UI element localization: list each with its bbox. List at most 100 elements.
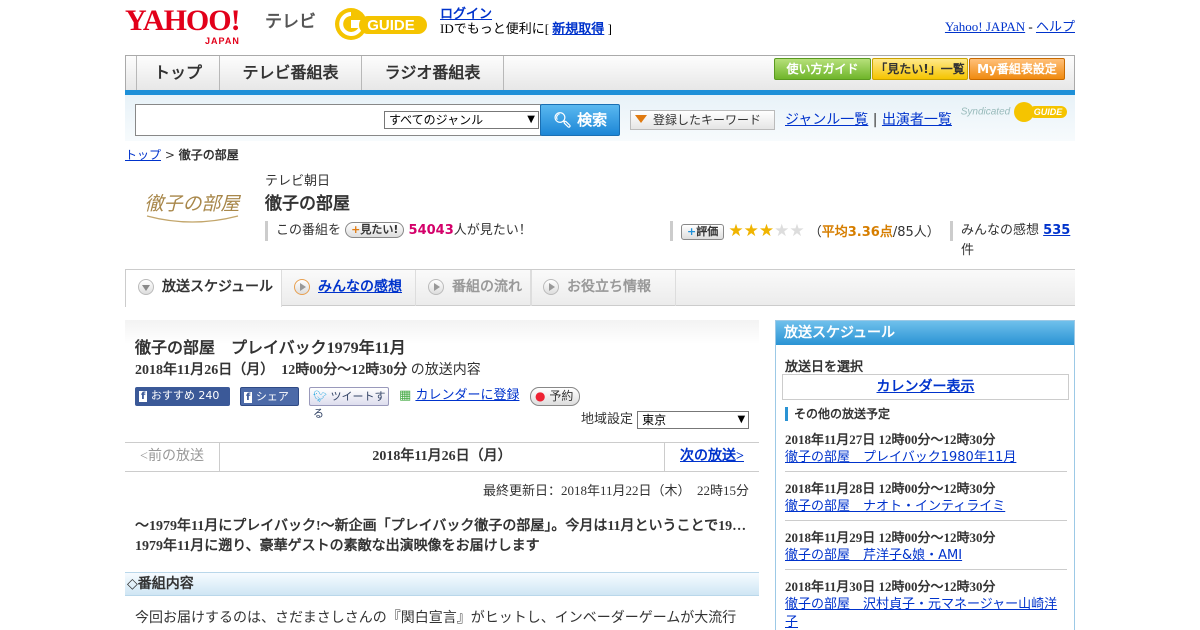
syndicated-gguide-text: GUIDE [1034, 107, 1064, 117]
global-nav: トップ テレビ番組表 ラジオ番組表 使い方ガイド 「見たい!」一覧 My番組表設… [125, 55, 1075, 95]
record-dot-icon: ● [535, 389, 546, 403]
summary-line-1: ～1979年11月にプレイバック!～新企画「プレイバック徹子の部屋」。今月は11… [135, 519, 750, 534]
star-icon: ★ [774, 221, 790, 241]
tab-impressions-label[interactable]: みんなの感想 [318, 279, 402, 295]
program-image: 徹子の部屋 [135, 170, 250, 245]
yahoo-japan-link[interactable]: Yahoo! JAPAN [945, 19, 1025, 34]
schedule-item: 2018年11月30日 12時00分～12時30分 徹子の部屋 沢村貞子・元マネ… [785, 578, 1067, 630]
service-name: テレビ [265, 12, 316, 32]
schedule-item-link[interactable]: 徹子の部屋 沢村貞子・元マネージャー山崎洋子 [785, 597, 1057, 630]
schedule-item-link[interactable]: 徹子の部屋 芹洋子&娘・AMI [785, 548, 962, 563]
search-button-label: 検索 [577, 111, 608, 129]
tab-top[interactable]: トップ [136, 56, 220, 91]
usage-guide-button[interactable]: 使い方ガイド [774, 58, 871, 80]
share-label: シェア [255, 390, 289, 403]
side-schedule-panel: 放送スケジュール 放送日を選択 カレンダー表示 その他の放送予定 2018年11… [775, 320, 1075, 630]
reserve-label: 予約 [549, 389, 574, 403]
calendar-view-link[interactable]: カレンダー表示 [877, 379, 975, 395]
calendar-plus-icon: ▦ [399, 388, 412, 403]
g-guide-logo[interactable]: GUIDE [333, 6, 433, 42]
recommend-label: おすすめ [150, 389, 195, 402]
genre-select-value: すべてのジャンル [389, 113, 484, 127]
want-list-button[interactable]: 「見たい!」一覧 [872, 58, 968, 80]
login-area: ログイン IDでもっと便利に[ 新規取得 ] [440, 6, 612, 36]
schedule-item-date: 2018年11月28日 12時00分～12時30分 [785, 481, 996, 496]
schedule-item: 2018年11月27日 12時00分～12時30分 徹子の部屋 プレイバック19… [785, 431, 1067, 472]
breadcrumb-current: 徹子の部屋 [178, 148, 239, 162]
calendar-register[interactable]: ▦ カレンダーに登録 [399, 387, 524, 406]
breadcrumb: トップ > 徹子の部屋 [125, 146, 239, 163]
genre-list-link[interactable]: ジャンル一覧 [785, 112, 868, 128]
calendar-register-link[interactable]: カレンダーに登録 [415, 388, 519, 403]
syndicated-text: Syndicated [960, 106, 1011, 118]
region-select[interactable]: 東京 ▼ [637, 410, 750, 429]
calendar-view-button[interactable]: カレンダー表示 [782, 374, 1069, 400]
facebook-recommend-button[interactable]: f おすすめ 240 [135, 387, 230, 406]
program-subtabs: 放送スケジュール みんなの感想 番組の流れ お役立ち情報 [125, 269, 1075, 307]
breadcrumb-sep: > [164, 148, 175, 162]
star-icon: ★ [728, 221, 744, 241]
star-icon: ★ [789, 221, 805, 241]
schedule-item-link[interactable]: 徹子の部屋 プレイバック1980年11月 [785, 450, 1016, 465]
facebook-icon: f [139, 391, 148, 402]
registered-keyword-label: 登録したキーワード [653, 113, 762, 127]
region-label: 地域設定 [581, 412, 634, 427]
side-panel-title: 放送スケジュール [776, 321, 1074, 345]
signup-link[interactable]: 新規取得 [552, 21, 604, 36]
plus-icon: + [687, 225, 697, 238]
program-stats: この番組を +見たい! 54043人が見たい！ +評価 ★★★★★ （平均3.3… [265, 221, 1075, 258]
impressions-count-link[interactable]: 535 [1043, 223, 1070, 238]
tab-radio-schedule[interactable]: ラジオ番組表 [362, 56, 504, 91]
login-close: ] [607, 21, 612, 36]
tab-useful-info-label: お役立ち情報 [567, 279, 651, 295]
genre-select[interactable]: すべてのジャンル ▼ [384, 111, 539, 129]
reserve-button[interactable]: ● 予約 [530, 387, 580, 406]
episode-summary: ～1979年11月にプレイバック!～新企画「プレイバック徹子の部屋」。今月は11… [135, 517, 750, 557]
episode-datetime-row: 2018年11月26日（月） 12時00分～12時30分 の放送内容 [135, 359, 481, 379]
my-schedule-settings-button[interactable]: My番組表設定 [969, 58, 1065, 80]
performer-list-link[interactable]: 出演者一覧 [882, 112, 952, 128]
current-episode-date: 2018年11月26日（月） [372, 449, 512, 464]
episode-date-suffix: の放送内容 [410, 363, 481, 378]
chevron-down-icon: ▼ [527, 114, 535, 125]
rating-block: +評価 ★★★★★ （平均3.36点/85人） [681, 221, 940, 243]
search-bar: すべてのジャンル ▼ 🔍︎ 検索 登録したキーワード ジャンル一覧 | 出演者一… [125, 95, 1075, 141]
schedule-item: 2018年11月28日 12時00分～12時30分 徹子の部屋 ナオト・インティ… [785, 480, 1067, 521]
help-link[interactable]: ヘルプ [1036, 19, 1075, 34]
program-content-heading: ◇番組内容 [125, 572, 759, 596]
other-broadcasts-heading: その他の放送予定 [785, 407, 890, 421]
login-link[interactable]: ログイン [440, 6, 492, 21]
tab-broadcast-schedule[interactable]: 放送スケジュール [125, 270, 282, 307]
yahoo-japan-logo[interactable]: YAHOO! JAPAN [125, 4, 265, 46]
episode-datetime: 2018年11月26日（月） 12時00分～12時30分 [135, 363, 408, 378]
stats-divider [265, 221, 268, 241]
next-episode[interactable]: 次の放送> [664, 443, 759, 471]
facebook-share-button[interactable]: f シェア [240, 387, 299, 406]
play-circle-icon [294, 279, 310, 295]
program-title: 徹子の部屋 [265, 194, 350, 214]
logo-text: YAHOO! [125, 4, 241, 37]
want-button[interactable]: +見たい! [345, 222, 405, 238]
tab-broadcast-schedule-label: 放送スケジュール [162, 279, 274, 295]
plus-icon: + [351, 223, 361, 236]
breadcrumb-home[interactable]: トップ [125, 148, 161, 162]
episode-title: 徹子の部屋 プレイバック1979年11月 [135, 340, 406, 357]
impressions-block: みんなの感想 535 件 [961, 221, 1075, 261]
tweet-button[interactable]: 🐦︎ ツイートする [309, 387, 389, 420]
next-episode-link[interactable]: 次の放送> [680, 449, 744, 464]
twitter-bird-icon: 🐦︎ [313, 390, 327, 403]
recommend-count: 240 [198, 389, 220, 402]
schedule-item-date: 2018年11月29日 12時00分～12時30分 [785, 530, 996, 545]
search-button[interactable]: 🔍︎ 検索 [540, 104, 620, 136]
tab-tv-schedule[interactable]: テレビ番組表 [220, 56, 362, 91]
play-circle-icon [543, 279, 559, 295]
schedule-item-link[interactable]: 徹子の部屋 ナオト・インティライミ [785, 499, 1005, 514]
login-prompt: IDでもっと便利に[ [440, 21, 550, 36]
syndicated-gguide-logo: Syndicated GUIDE [961, 101, 1069, 123]
gguide-text: GUIDE [367, 17, 415, 34]
region-setting: 地域設定 東京 ▼ [581, 408, 750, 429]
star-icon: ★ [743, 221, 759, 241]
rate-button[interactable]: +評価 [681, 224, 725, 240]
registered-keyword-button[interactable]: 登録したキーワード [630, 110, 775, 130]
star-icon: ★ [758, 221, 775, 241]
